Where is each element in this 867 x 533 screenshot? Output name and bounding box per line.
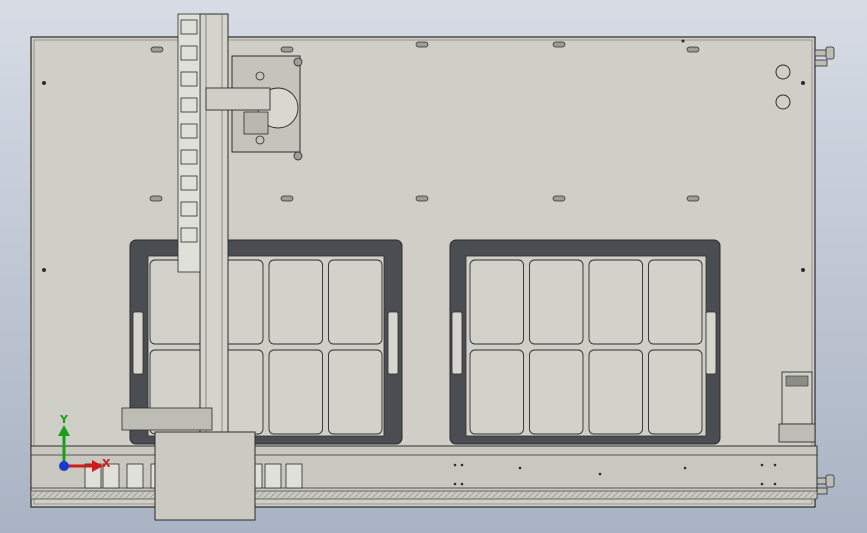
tray-pocket xyxy=(529,349,584,435)
tray-pocket xyxy=(588,259,643,345)
tray-pocket xyxy=(648,349,703,435)
right-edge-fittings xyxy=(814,46,835,495)
tray-pocket xyxy=(469,259,524,345)
tray-pocket xyxy=(328,259,383,345)
cable-chain-vertical xyxy=(177,13,201,273)
tray-pocket xyxy=(588,349,643,435)
tray-pocket xyxy=(149,259,204,345)
cad-drawing-canvas xyxy=(30,13,835,521)
tray-pocket xyxy=(328,349,383,435)
x-axis-motor xyxy=(778,371,816,443)
tray-pocket xyxy=(268,349,323,435)
tray-pocket xyxy=(469,349,524,435)
right-tray xyxy=(449,239,721,445)
tray-pocket xyxy=(529,259,584,345)
tray-pocket xyxy=(268,259,323,345)
tray-pocket xyxy=(648,259,703,345)
x-axis-rail xyxy=(30,445,818,500)
